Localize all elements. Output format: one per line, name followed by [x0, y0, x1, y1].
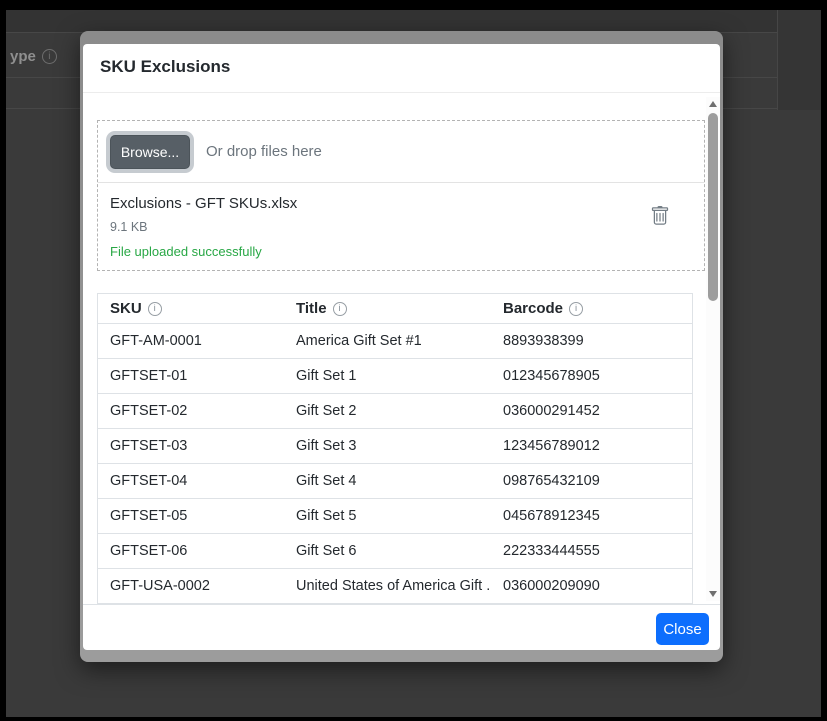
cell-title: Gift Set 6: [284, 543, 491, 559]
table-row: GFT-USA-0002 United States of America Gi…: [98, 569, 692, 604]
partial-label-text: ype: [10, 48, 36, 65]
cell-sku: GFT-USA-0002: [98, 578, 284, 594]
cell-title: Gift Set 2: [284, 403, 491, 419]
sku-exclusions-table: SKU i Title i Barcode: [97, 293, 693, 604]
dimmed-page-header: [6, 10, 821, 33]
file-size: 9.1 KB: [110, 220, 692, 234]
info-icon: i: [42, 49, 57, 64]
modal-body: Browse... Or drop files here Exclusions …: [83, 93, 720, 604]
modal-frame: SKU Exclusions Browse... Or drop files h…: [80, 31, 723, 662]
cell-barcode: 012345678905: [491, 368, 692, 384]
browse-row: Browse... Or drop files here: [98, 121, 704, 183]
table-row: GFTSET-06 Gift Set 6 222333444555: [98, 534, 692, 569]
modal-footer: Close: [83, 604, 720, 650]
cell-sku: GFTSET-06: [98, 543, 284, 559]
file-name: Exclusions - GFT SKUs.xlsx: [110, 195, 692, 212]
table-row: GFT-AM-0001 America Gift Set #1 88939383…: [98, 324, 692, 359]
modal-scrollbar[interactable]: [706, 97, 720, 601]
upload-status: File uploaded successfully: [110, 244, 692, 259]
cell-barcode: 8893938399: [491, 333, 692, 349]
column-header-sku: SKU i: [98, 300, 284, 317]
cell-sku: GFTSET-02: [98, 403, 284, 419]
cell-barcode: 036000209090: [491, 578, 692, 594]
dimmed-column-label: ype i: [10, 48, 57, 65]
cell-title: Gift Set 1: [284, 368, 491, 384]
cell-title: United States of America Gift ...: [284, 578, 491, 594]
column-header-barcode: Barcode i: [491, 300, 692, 317]
scrollbar-thumb[interactable]: [708, 113, 718, 301]
column-header-title: Title i: [284, 300, 491, 317]
cell-sku: GFTSET-01: [98, 368, 284, 384]
modal-title: SKU Exclusions: [100, 57, 703, 77]
uploaded-file-item: Exclusions - GFT SKUs.xlsx 9.1 KB File u…: [98, 183, 704, 259]
trash-icon: [650, 206, 670, 226]
column-label: Title: [296, 300, 327, 317]
screen: ype i SKU Exclusions Browse... Or drop f…: [0, 0, 827, 721]
close-button[interactable]: Close: [656, 613, 709, 645]
cell-title: Gift Set 4: [284, 473, 491, 489]
cell-barcode: 222333444555: [491, 543, 692, 559]
divider: [777, 10, 778, 110]
cell-sku: GFT-AM-0001: [98, 333, 284, 349]
cell-title: Gift Set 3: [284, 438, 491, 454]
cell-title: Gift Set 5: [284, 508, 491, 524]
cell-barcode: 123456789012: [491, 438, 692, 454]
table-row: GFTSET-01 Gift Set 1 012345678905: [98, 359, 692, 394]
cell-barcode: 036000291452: [491, 403, 692, 419]
table-row: GFTSET-02 Gift Set 2 036000291452: [98, 394, 692, 429]
sku-exclusions-modal: SKU Exclusions Browse... Or drop files h…: [83, 44, 720, 650]
file-dropzone[interactable]: Browse... Or drop files here Exclusions …: [97, 120, 705, 271]
dimmed-right-panel: [778, 10, 821, 110]
scroll-up-arrow-icon[interactable]: [709, 101, 717, 107]
info-icon[interactable]: i: [148, 302, 162, 316]
column-label: Barcode: [503, 300, 563, 317]
info-icon[interactable]: i: [333, 302, 347, 316]
table-row: GFTSET-04 Gift Set 4 098765432109: [98, 464, 692, 499]
modal-header: SKU Exclusions: [83, 44, 720, 93]
browse-button[interactable]: Browse...: [110, 135, 190, 169]
table-header-row: SKU i Title i Barcode: [98, 294, 692, 324]
cell-sku: GFTSET-04: [98, 473, 284, 489]
cell-sku: GFTSET-03: [98, 438, 284, 454]
table-body: GFT-AM-0001 America Gift Set #1 88939383…: [98, 324, 692, 604]
info-icon[interactable]: i: [569, 302, 583, 316]
drop-files-hint: Or drop files here: [206, 143, 322, 160]
cell-title: America Gift Set #1: [284, 333, 491, 349]
table-row: GFTSET-05 Gift Set 5 045678912345: [98, 499, 692, 534]
cell-barcode: 045678912345: [491, 508, 692, 524]
table-row: GFTSET-03 Gift Set 3 123456789012: [98, 429, 692, 464]
delete-file-button[interactable]: [648, 205, 672, 229]
cell-sku: GFTSET-05: [98, 508, 284, 524]
column-label: SKU: [110, 300, 142, 317]
cell-barcode: 098765432109: [491, 473, 692, 489]
scroll-down-arrow-icon[interactable]: [709, 591, 717, 597]
